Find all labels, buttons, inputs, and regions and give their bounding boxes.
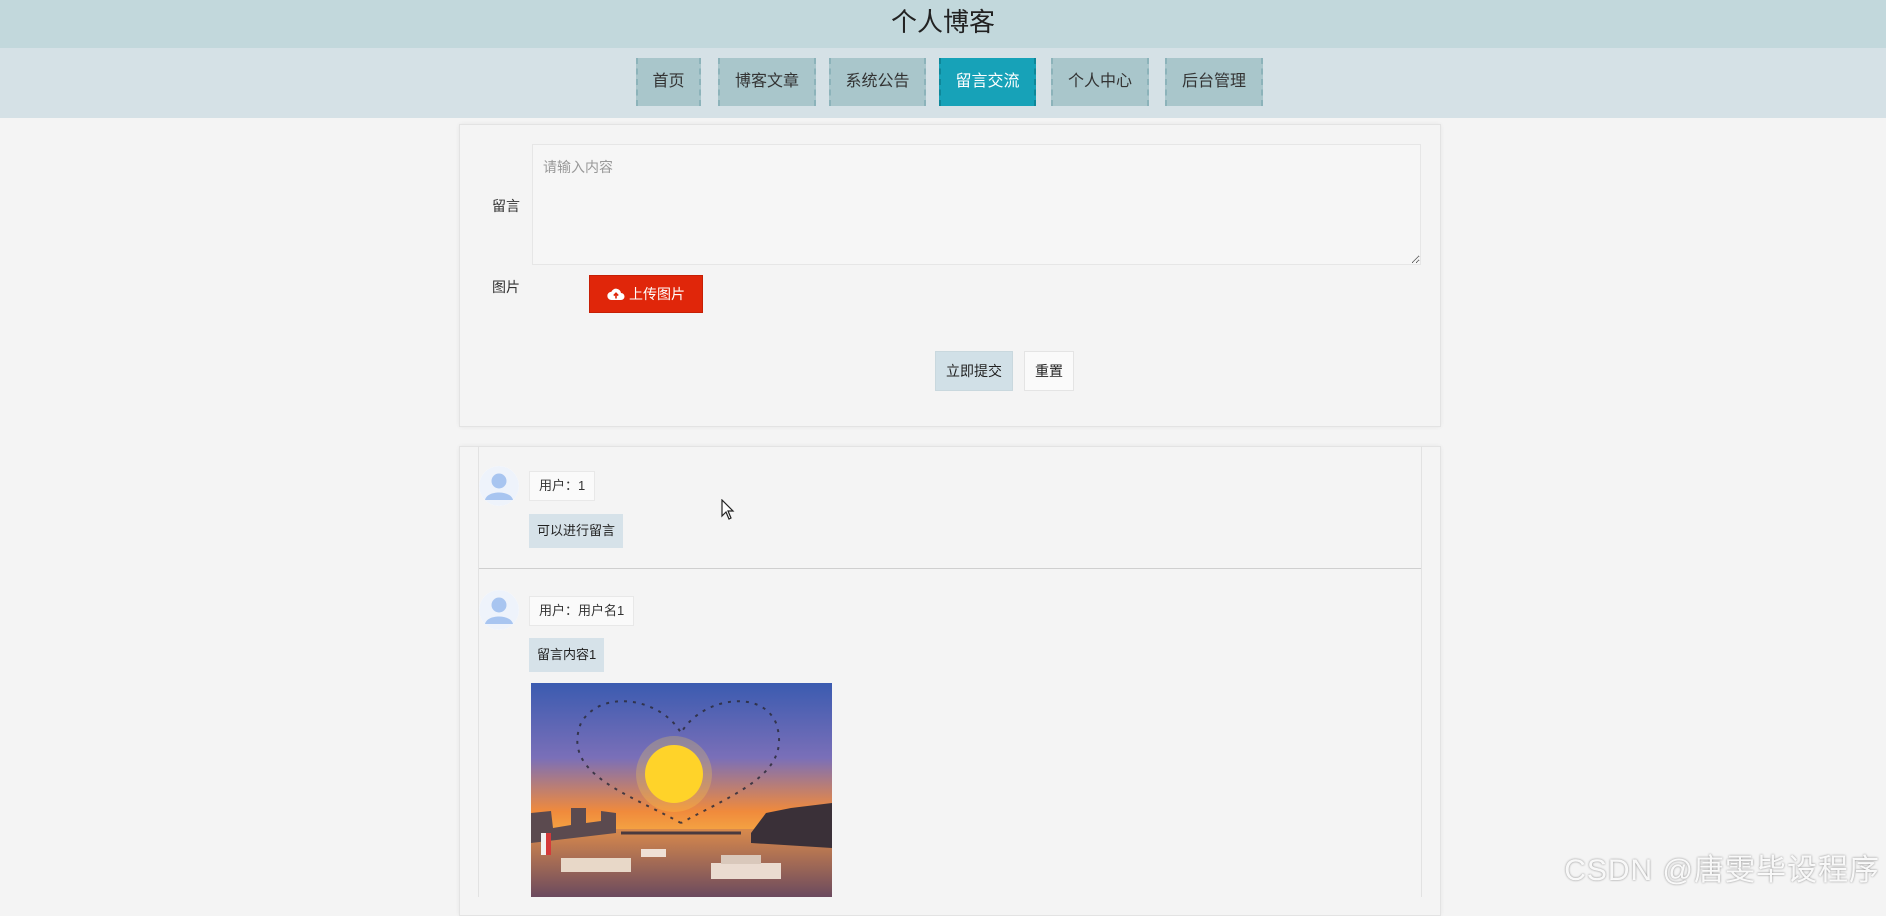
nav-item-home[interactable]: 首页 <box>636 58 701 106</box>
reset-button[interactable]: 重置 <box>1024 351 1074 391</box>
nav-item-announcements[interactable]: 系统公告 <box>829 58 926 106</box>
cloud-upload-icon <box>607 287 625 301</box>
comment-item: 用户：1 可以进行留言 <box>479 466 1421 566</box>
message-label: 留言 <box>492 198 520 214</box>
site-title: 个人博客 <box>890 7 995 37</box>
comments-right-border <box>1421 446 1422 897</box>
nav-item-personal-center[interactable]: 个人中心 <box>1051 58 1149 106</box>
main-nav: 首页 博客文章 系统公告 留言交流 个人中心 后台管理 <box>0 48 1886 118</box>
avatar <box>479 466 519 506</box>
nav-item-message-board[interactable]: 留言交流 <box>939 58 1036 106</box>
avatar <box>479 590 519 630</box>
comment-user: 用户：1 <box>529 471 596 501</box>
image-label: 图片 <box>492 279 520 295</box>
comment-content: 留言内容1 <box>529 638 605 672</box>
comment-user: 用户：用户名1 <box>529 596 635 626</box>
nav-item-admin[interactable]: 后台管理 <box>1165 58 1263 106</box>
mouse-cursor-icon <box>721 498 735 526</box>
submit-button[interactable]: 立即提交 <box>935 351 1013 391</box>
upload-image-button[interactable]: 上传图片 <box>589 275 703 313</box>
nav-item-blog-articles[interactable]: 博客文章 <box>718 58 816 106</box>
watermark: CSDN @唐雯毕设程序 <box>1564 854 1880 887</box>
site-header: 个人博客 <box>0 0 1886 48</box>
comment-image <box>531 683 832 897</box>
upload-image-label: 上传图片 <box>629 286 685 302</box>
message-input[interactable] <box>532 144 1421 265</box>
comment-divider <box>479 568 1421 569</box>
comment-content: 可以进行留言 <box>529 514 624 548</box>
comment-item: 用户：用户名1 留言内容1 <box>479 590 1421 680</box>
